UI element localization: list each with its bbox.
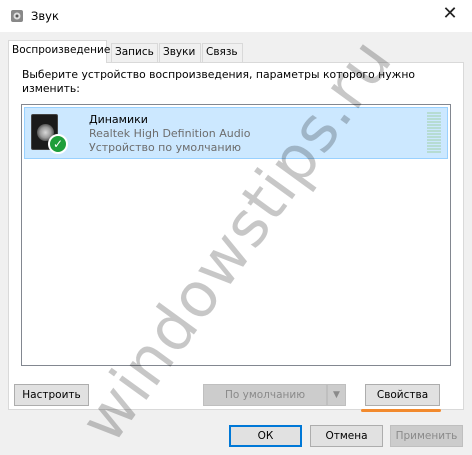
- tab-recording[interactable]: Запись: [111, 43, 158, 62]
- configure-button[interactable]: Настроить: [14, 384, 89, 406]
- window-title: Звук: [31, 9, 59, 23]
- sound-icon: [11, 10, 23, 22]
- apply-button[interactable]: Применить: [390, 425, 463, 447]
- instruction-text: Выберите устройство воспроизведения, пар…: [22, 68, 415, 95]
- set-default-button[interactable]: По умолчанию: [203, 384, 327, 406]
- cancel-button[interactable]: Отмена: [310, 425, 383, 447]
- set-default-dropdown-arrow[interactable]: ▼: [327, 384, 346, 406]
- device-name: Динамики: [89, 113, 148, 126]
- list-item[interactable]: ✓ Динамики Realtek High Definition Audio…: [24, 107, 448, 159]
- volume-level-meter: [427, 112, 441, 154]
- sound-dialog: Воспроизведение Запись Звуки Связь Выбер…: [0, 32, 472, 455]
- tab-communications[interactable]: Связь: [202, 43, 243, 62]
- device-status: Устройство по умолчанию: [89, 141, 242, 154]
- tab-sounds[interactable]: Звуки: [159, 43, 201, 62]
- ok-button[interactable]: ОК: [229, 425, 302, 447]
- device-driver: Realtek High Definition Audio: [89, 127, 251, 140]
- speaker-icon: ✓: [31, 114, 69, 154]
- properties-button[interactable]: Свойства: [365, 384, 440, 406]
- highlight-underline: [361, 409, 441, 412]
- title-bar: Звук ✕: [0, 0, 472, 32]
- default-check-icon: ✓: [48, 134, 68, 154]
- close-button[interactable]: ✕: [428, 0, 472, 30]
- tab-playback[interactable]: Воспроизведение: [8, 40, 110, 63]
- playback-panel: Выберите устройство воспроизведения, пар…: [8, 62, 464, 410]
- device-list[interactable]: ✓ Динамики Realtek High Definition Audio…: [21, 104, 451, 366]
